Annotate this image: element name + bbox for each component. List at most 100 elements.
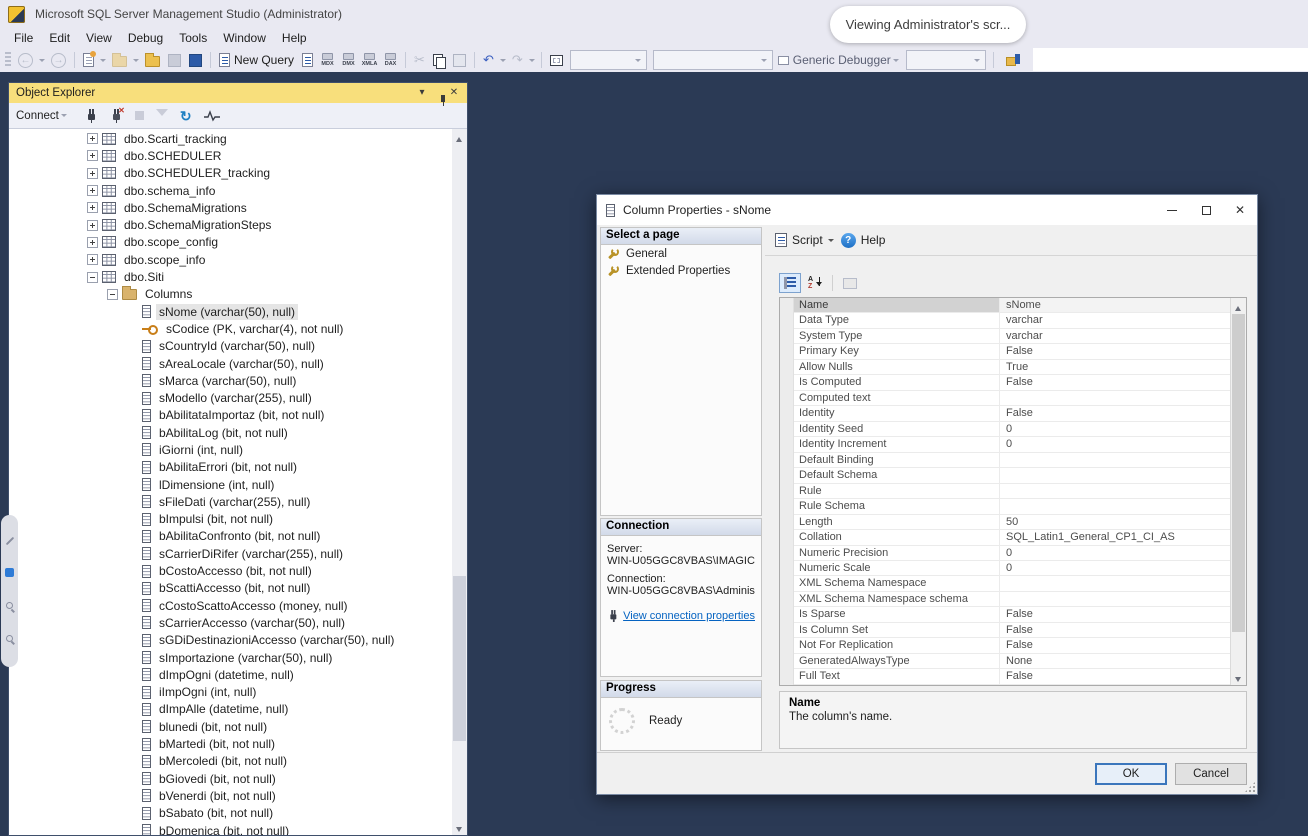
property-row[interactable]: IdentityFalse (794, 406, 1230, 421)
generic-debugger-dropdown[interactable]: Generic Debugger (778, 53, 901, 67)
dax-query-button[interactable]: DAX (381, 53, 400, 67)
share-screen-icon[interactable] (5, 568, 14, 577)
minimize-button[interactable] (1155, 195, 1189, 225)
maximize-button[interactable] (1189, 195, 1223, 225)
tree-item[interactable]: bDomenica (bit, not null) (9, 822, 452, 835)
refresh-button[interactable]: ↻ (180, 109, 192, 123)
pen-icon[interactable] (5, 537, 13, 545)
property-value[interactable]: 0 (1000, 546, 1230, 560)
tree-item[interactable]: sCountryId (varchar(50), null) (9, 338, 452, 355)
property-row[interactable]: Full TextFalse (794, 669, 1230, 684)
property-row[interactable]: Numeric Scale0 (794, 561, 1230, 576)
menu-view[interactable]: View (78, 29, 120, 47)
cancel-button[interactable]: Cancel (1175, 763, 1247, 785)
object-explorer-header[interactable]: Object Explorer ▾ ✕ (9, 83, 467, 103)
dmx-query-button[interactable]: DMX (339, 53, 358, 67)
tree-item[interactable]: dbo.SCHEDULER (9, 147, 452, 164)
collapse-icon[interactable] (87, 272, 98, 283)
tree-item[interactable]: bCostoAccesso (bit, not null) (9, 562, 452, 579)
help-button[interactable]: Help (861, 233, 886, 247)
property-value[interactable]: 0 (1000, 437, 1230, 451)
zoom-out-icon[interactable] (6, 635, 13, 642)
toolbar-combobox-2[interactable] (653, 50, 773, 70)
window-position-caret-icon[interactable]: ▾ (414, 85, 430, 101)
expand-icon[interactable] (87, 168, 98, 179)
property-value[interactable] (1000, 453, 1230, 467)
connect-dropdown[interactable]: Connect (16, 110, 69, 122)
tree-item[interactable]: iImpOgni (int, null) (9, 684, 452, 701)
remote-viewing-banner[interactable]: Viewing Administrator's scr... (830, 6, 1026, 43)
property-pages-button[interactable] (839, 273, 861, 293)
registered-servers-button[interactable] (999, 51, 1027, 69)
database-engine-query-button[interactable] (299, 51, 316, 69)
property-value[interactable]: SQL_Latin1_General_CP1_CI_AS (1000, 530, 1230, 544)
alphabetical-sort-button[interactable]: AZ (804, 273, 826, 293)
new-project-caret-icon[interactable] (100, 59, 106, 65)
tree-item[interactable]: dImpAlle (datetime, null) (9, 701, 452, 718)
property-value[interactable] (1000, 592, 1230, 606)
property-row[interactable]: Data Typevarchar (794, 313, 1230, 328)
open-project-caret-icon[interactable] (133, 59, 139, 65)
tree-item[interactable]: sImportazione (varchar(50), null) (9, 649, 452, 666)
tree-item[interactable]: bAbilitataImportaz (bit, not null) (9, 407, 452, 424)
tree-item[interactable]: lDimensione (int, null) (9, 476, 452, 493)
redo-button[interactable]: ↷ (509, 51, 526, 69)
property-row[interactable]: Rule Schema (794, 499, 1230, 514)
property-row[interactable]: XML Schema Namespace schema (794, 592, 1230, 607)
script-caret-icon[interactable] (828, 239, 834, 245)
selection-mode-button[interactable] (547, 53, 566, 68)
property-row[interactable]: GeneratedAlwaysTypeNone (794, 654, 1230, 669)
tree-item[interactable]: sNome (varchar(50), null) (9, 303, 452, 320)
tree-item[interactable]: sCarrierDiRifer (varchar(255), null) (9, 545, 452, 562)
toolbar-combobox-3[interactable] (906, 50, 986, 70)
property-value[interactable]: 0 (1000, 422, 1230, 436)
property-value[interactable]: 0 (1000, 561, 1230, 575)
paste-button[interactable] (450, 52, 469, 69)
property-value[interactable]: False (1000, 406, 1230, 420)
property-row[interactable]: NamesNome (794, 298, 1230, 313)
tree-item[interactable]: bAbilitaLog (bit, not null) (9, 424, 452, 441)
property-row[interactable]: Rule (794, 484, 1230, 499)
property-value[interactable]: False (1000, 638, 1230, 652)
back-history-caret-icon[interactable] (39, 59, 45, 65)
page-item-general[interactable]: General (601, 245, 761, 262)
property-value[interactable]: 50 (1000, 515, 1230, 529)
property-row[interactable]: XML Schema Namespace (794, 576, 1230, 591)
open-project-button[interactable] (109, 52, 130, 69)
ok-button[interactable]: OK (1095, 763, 1167, 785)
property-row[interactable]: Is Column SetFalse (794, 623, 1230, 638)
menu-tools[interactable]: Tools (171, 29, 215, 47)
dialog-title-bar[interactable]: Column Properties - sNome ✕ (597, 195, 1257, 225)
tree-item[interactable]: dbo.Siti (9, 268, 452, 285)
property-value[interactable]: True (1000, 360, 1230, 374)
tree-item[interactable]: sCarrierAccesso (varchar(50), null) (9, 614, 452, 631)
view-connection-properties-link[interactable]: View connection properties (623, 610, 755, 622)
property-row[interactable]: Length50 (794, 515, 1230, 530)
copy-button[interactable] (430, 52, 448, 69)
tree-item[interactable]: sModello (varchar(255), null) (9, 389, 452, 406)
scrollbar-thumb[interactable] (453, 576, 466, 741)
tree-item[interactable]: cCostoScattoAccesso (money, null) (9, 597, 452, 614)
tree-item[interactable]: bMercoledi (bit, not null) (9, 753, 452, 770)
tree-item[interactable]: dbo.SchemaMigrations (9, 199, 452, 216)
connect-object-button[interactable] (85, 109, 98, 123)
property-row[interactable]: Computed text (794, 391, 1230, 406)
tree-item[interactable]: bAbilitaErrori (bit, not null) (9, 459, 452, 476)
property-row[interactable]: Identity Seed0 (794, 422, 1230, 437)
property-row[interactable]: Default Binding (794, 453, 1230, 468)
tree-item[interactable]: sCodice (PK, varchar(4), not null) (9, 320, 452, 337)
tree-item[interactable]: bGiovedi (bit, not null) (9, 770, 452, 787)
tree-item[interactable]: blunedi (bit, not null) (9, 718, 452, 735)
undo-button[interactable]: ↶ (480, 51, 497, 69)
categorized-view-button[interactable] (779, 273, 801, 293)
tree-item[interactable]: sMarca (varchar(50), null) (9, 372, 452, 389)
property-row[interactable]: Numeric Precision0 (794, 546, 1230, 561)
script-button[interactable]: Script (792, 233, 823, 247)
expand-icon[interactable] (87, 220, 98, 231)
page-item-extended-properties[interactable]: Extended Properties (601, 262, 761, 279)
property-value[interactable] (1000, 468, 1230, 482)
property-value[interactable] (1000, 499, 1230, 513)
expand-icon[interactable] (87, 150, 98, 161)
property-value[interactable]: varchar (1000, 313, 1230, 327)
property-value[interactable] (1000, 391, 1230, 405)
